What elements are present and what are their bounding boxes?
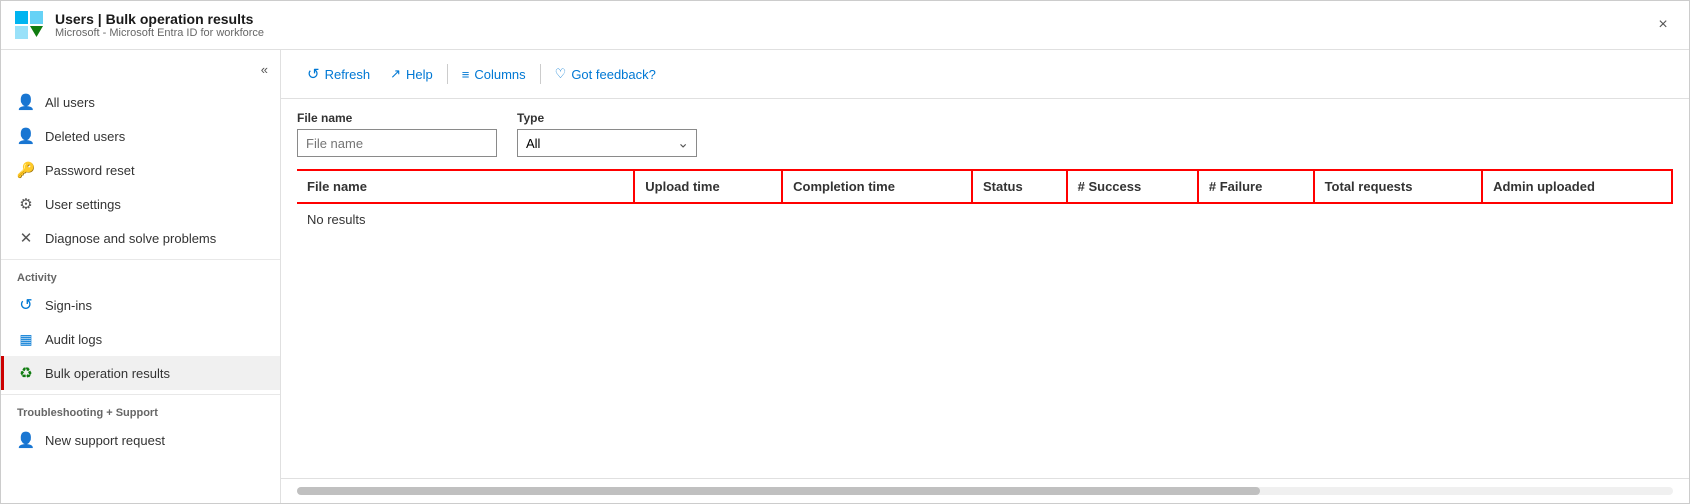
horizontal-scrollbar-area[interactable] <box>281 478 1689 503</box>
sidebar-item-label: Deleted users <box>45 129 125 144</box>
feedback-icon: ♡ <box>555 66 567 82</box>
col-header-upload-time[interactable]: Upload time <box>634 170 782 203</box>
audit-logs-icon: ▦ <box>17 330 35 348</box>
col-header-status[interactable]: Status <box>972 170 1067 203</box>
troubleshooting-section-label: Troubleshooting + Support <box>1 394 280 423</box>
activity-section-label: Activity <box>1 259 280 288</box>
results-table: File name Upload time Completion time St… <box>297 169 1673 235</box>
no-results-text: No results <box>297 203 1672 235</box>
file-name-filter-group: File name <box>297 111 497 157</box>
help-icon: ↗ <box>390 66 401 82</box>
settings-icon: ⚙ <box>17 195 35 213</box>
col-header-total-requests[interactable]: Total requests <box>1314 170 1482 203</box>
sidebar-collapse-area: « <box>1 58 280 85</box>
col-header-admin-uploaded[interactable]: Admin uploaded <box>1482 170 1672 203</box>
file-name-filter-label: File name <box>297 111 497 125</box>
sidebar-item-label: User settings <box>45 197 121 212</box>
sidebar-item-label: Diagnose and solve problems <box>45 231 216 246</box>
sidebar-item-label: Audit logs <box>45 332 102 347</box>
type-filter-group: Type All Create Invite Delete <box>517 111 697 157</box>
sidebar-item-label: New support request <box>45 433 165 448</box>
help-button[interactable]: ↗ Help <box>380 61 443 87</box>
sidebar-item-all-users[interactable]: 👤 All users <box>1 85 280 119</box>
sidebar-item-diagnose[interactable]: ✕ Diagnose and solve problems <box>1 221 280 255</box>
password-reset-icon: 🔑 <box>17 161 35 179</box>
columns-icon: ≡ <box>462 67 470 82</box>
scrollbar-thumb[interactable] <box>297 487 1260 495</box>
type-filter-label: Type <box>517 111 697 125</box>
sidebar-item-password-reset[interactable]: 🔑 Password reset <box>1 153 280 187</box>
sidebar-item-sign-ins[interactable]: ↺ Sign-ins <box>1 288 280 322</box>
refresh-button[interactable]: ↺ Refresh <box>297 60 380 88</box>
toolbar: ↺ Refresh ↗ Help ≡ Columns ♡ Got feedbac… <box>281 50 1689 99</box>
sidebar-item-bulk-operation-results[interactable]: ♻ Bulk operation results <box>1 356 280 390</box>
refresh-icon: ↺ <box>307 65 320 83</box>
title-text: Users | Bulk operation results Microsoft… <box>55 11 264 39</box>
all-users-icon: 👤 <box>17 93 35 111</box>
scrollbar-track[interactable] <box>297 487 1673 495</box>
type-select-wrapper: All Create Invite Delete <box>517 129 697 157</box>
table-container: File name Upload time Completion time St… <box>281 169 1689 478</box>
sidebar-item-audit-logs[interactable]: ▦ Audit logs <box>1 322 280 356</box>
diagnose-icon: ✕ <box>17 229 35 247</box>
toolbar-divider-2 <box>540 64 541 84</box>
col-header-file-name[interactable]: File name <box>297 170 634 203</box>
type-select[interactable]: All Create Invite Delete <box>517 129 697 157</box>
sidebar-item-label: Bulk operation results <box>45 366 170 381</box>
main-layout: « 👤 All users 👤 Deleted users 🔑 Password… <box>1 50 1689 503</box>
filters-area: File name Type All Create Invite Delete <box>281 99 1689 169</box>
feedback-label: Got feedback? <box>571 67 656 82</box>
col-header-success[interactable]: # Success <box>1067 170 1198 203</box>
no-results-row: No results <box>297 203 1672 235</box>
title-bar-left: Users | Bulk operation results Microsoft… <box>13 9 264 41</box>
close-button[interactable]: × <box>1649 11 1677 39</box>
help-label: Help <box>406 67 433 82</box>
toolbar-divider-1 <box>447 64 448 84</box>
title-bar: Users | Bulk operation results Microsoft… <box>1 1 1689 50</box>
file-name-input[interactable] <box>297 129 497 157</box>
table-header-row: File name Upload time Completion time St… <box>297 170 1672 203</box>
col-header-failure[interactable]: # Failure <box>1198 170 1314 203</box>
col-header-completion-time[interactable]: Completion time <box>782 170 972 203</box>
sidebar-item-deleted-users[interactable]: 👤 Deleted users <box>1 119 280 153</box>
sidebar-item-user-settings[interactable]: ⚙ User settings <box>1 187 280 221</box>
page-subtitle: Microsoft - Microsoft Entra ID for workf… <box>55 27 264 39</box>
sidebar-item-label: All users <box>45 95 95 110</box>
columns-button[interactable]: ≡ Columns <box>452 62 536 87</box>
app-logo <box>13 9 45 41</box>
sidebar: « 👤 All users 👤 Deleted users 🔑 Password… <box>1 50 281 503</box>
sign-ins-icon: ↺ <box>17 296 35 314</box>
collapse-sidebar-button[interactable]: « <box>261 62 268 77</box>
deleted-users-icon: 👤 <box>17 127 35 145</box>
content-area: ↺ Refresh ↗ Help ≡ Columns ♡ Got feedbac… <box>281 50 1689 503</box>
bulk-operation-icon: ♻ <box>17 364 35 382</box>
sidebar-item-new-support[interactable]: 👤 New support request <box>1 423 280 457</box>
sidebar-item-label: Sign-ins <box>45 298 92 313</box>
columns-label: Columns <box>474 67 525 82</box>
refresh-label: Refresh <box>325 67 371 82</box>
feedback-button[interactable]: ♡ Got feedback? <box>545 61 666 87</box>
support-icon: 👤 <box>17 431 35 449</box>
page-title: Users | Bulk operation results <box>55 11 264 27</box>
sidebar-item-label: Password reset <box>45 163 135 178</box>
